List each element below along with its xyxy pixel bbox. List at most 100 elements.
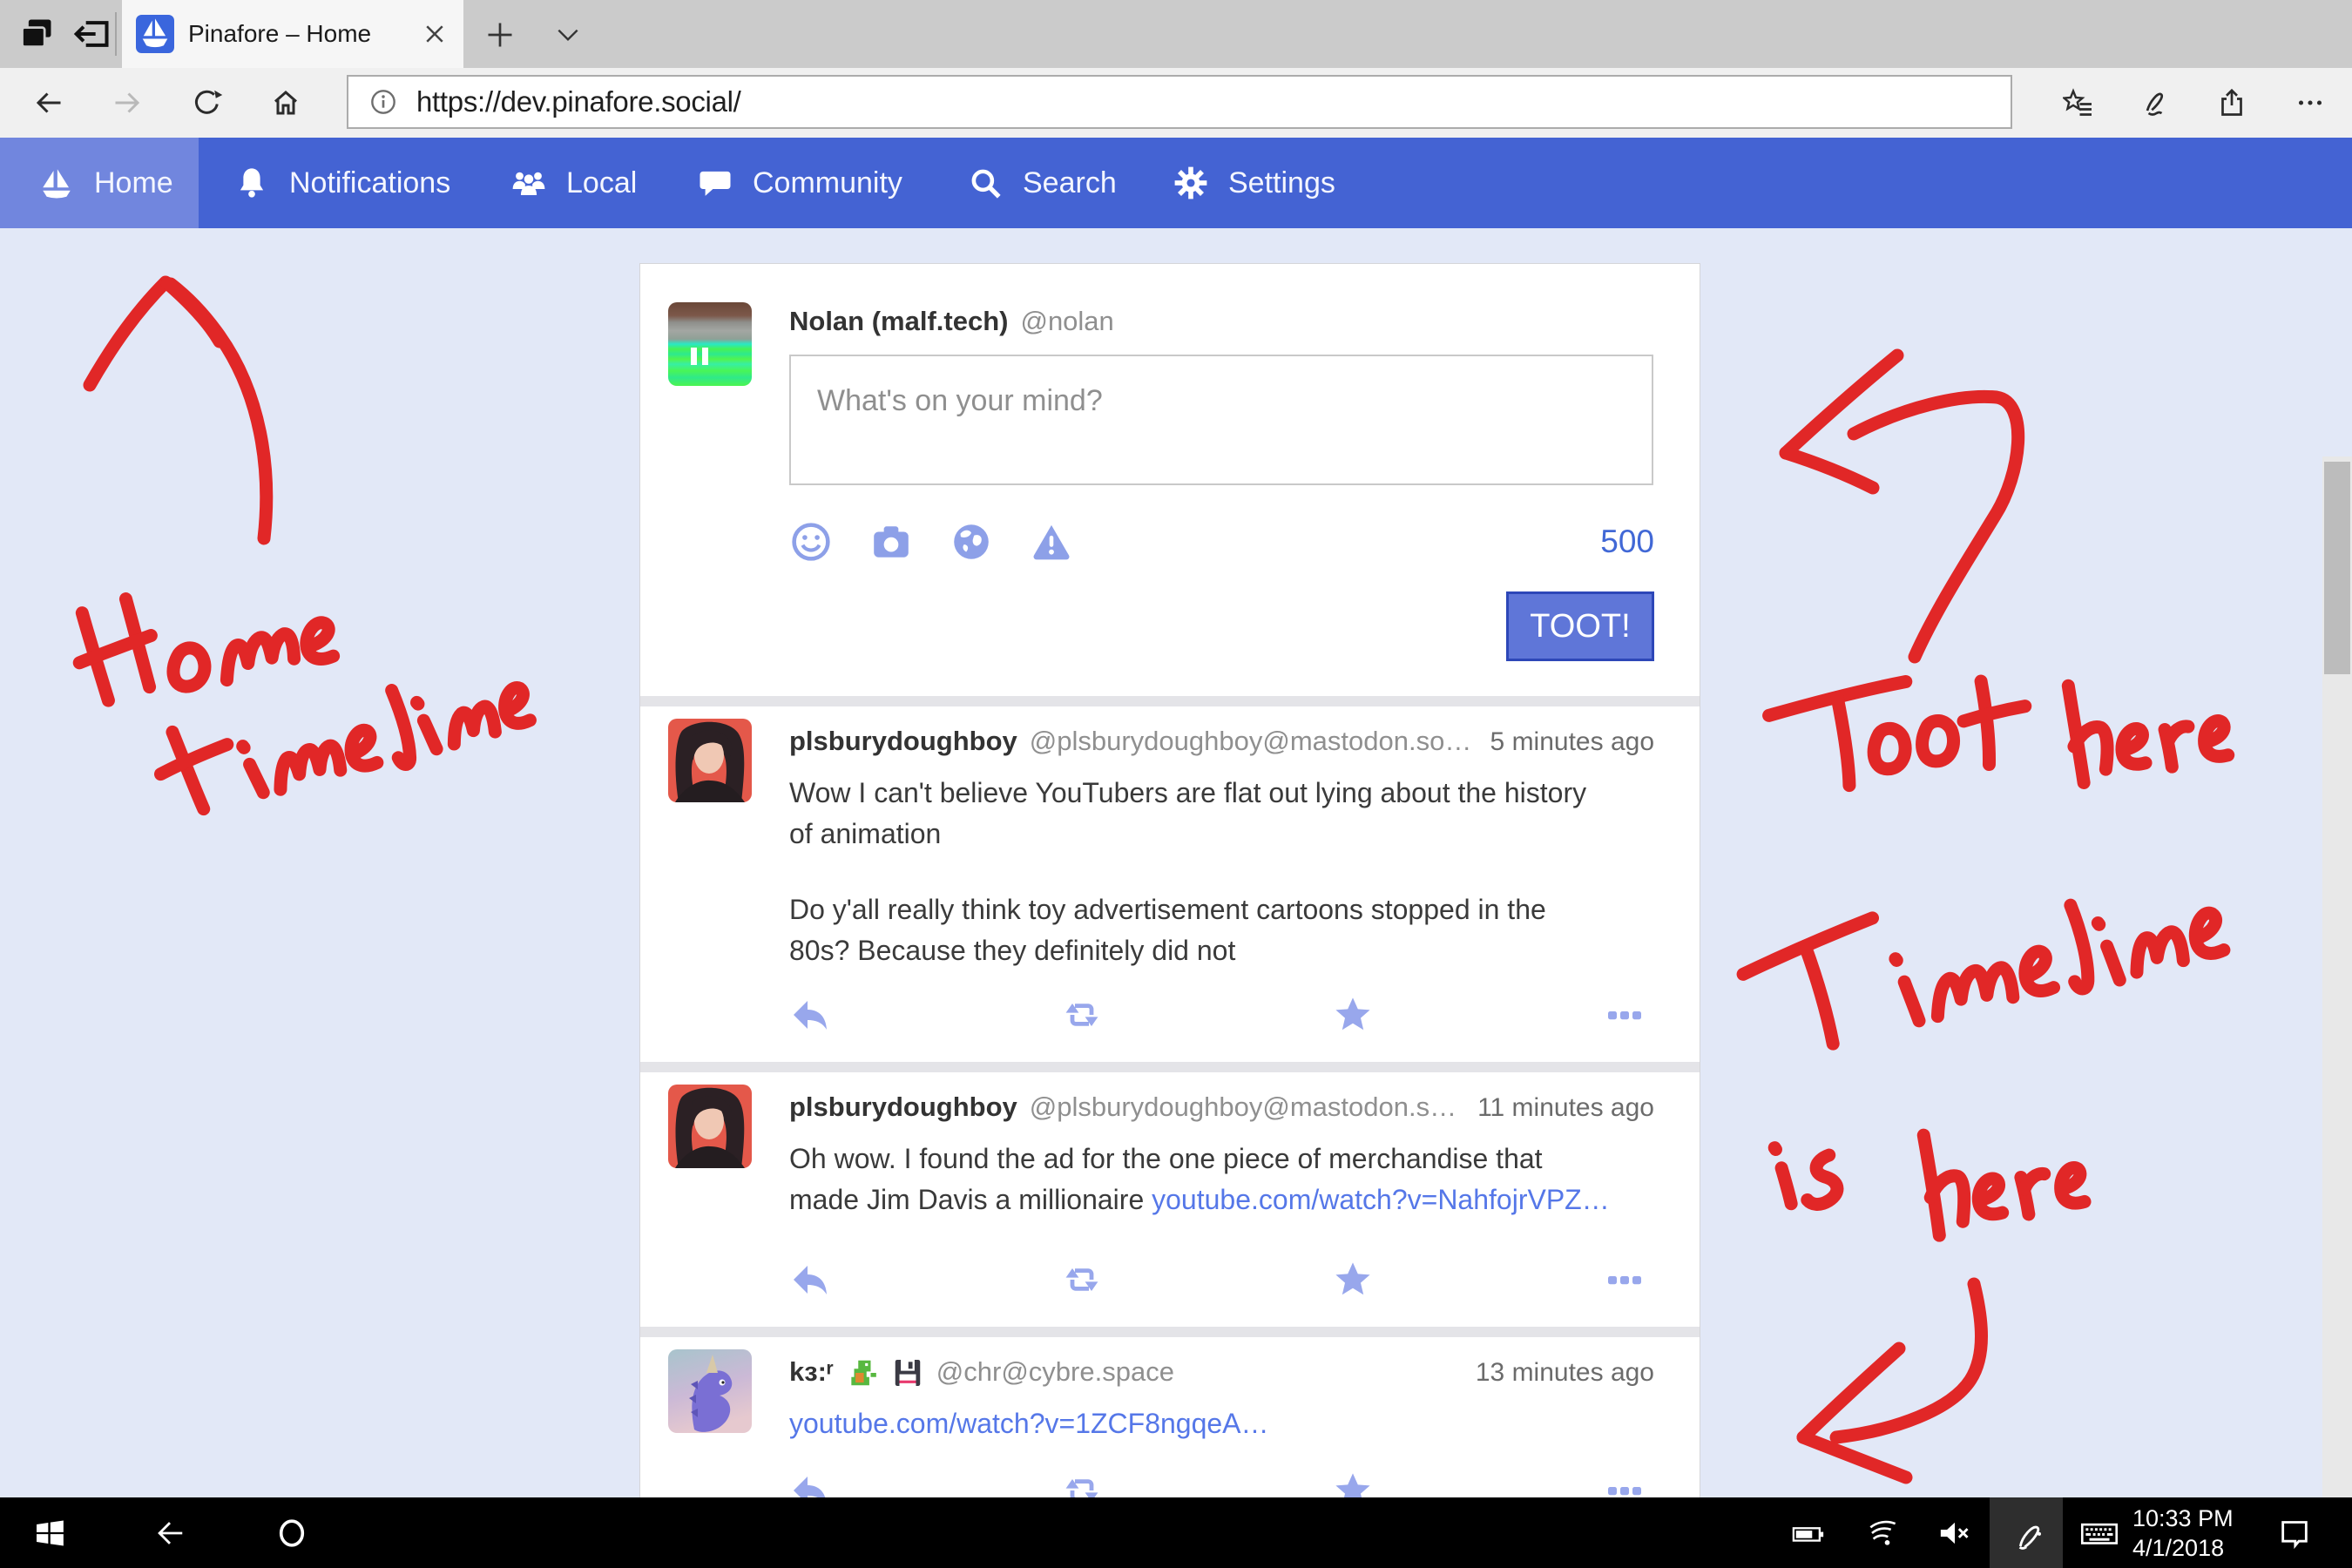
post-handle: @chr@cybre.space (936, 1356, 1174, 1388)
timeline-post[interactable]: kз:ʳ (640, 1337, 1700, 1497)
gear-icon (1173, 165, 1209, 201)
dragon-emoji (846, 1356, 879, 1389)
share-icon[interactable] (2216, 87, 2247, 118)
url-field[interactable]: https://dev.pinafore.social/ (347, 75, 2012, 129)
nav-item-settings[interactable]: Settings (1173, 138, 1335, 228)
back-icon[interactable] (33, 87, 64, 118)
browser-address-bar: https://dev.pinafore.social/ (0, 68, 2352, 138)
compose-input[interactable] (789, 355, 1653, 485)
avatar (668, 1085, 752, 1168)
timeline-post[interactable]: plsburydoughboy @plsburydoughboy@mastodo… (640, 1072, 1700, 1327)
timeline-post[interactable]: plsburydoughboy @plsburydoughboy@mastodo… (640, 706, 1700, 1062)
char-counter: 500 (1600, 524, 1654, 560)
windows-ink-icon[interactable] (1990, 1497, 2063, 1568)
cortana-circle-icon[interactable] (261, 1497, 322, 1568)
globe-icon[interactable] (950, 520, 993, 564)
muted-speaker-icon[interactable] (1922, 1497, 1988, 1568)
action-center-icon[interactable] (2261, 1497, 2328, 1568)
nav-label: Search (1023, 166, 1117, 200)
post-text: Wow I can't believe YouTubers are flat o… (789, 773, 1654, 855)
section-divider (640, 1062, 1700, 1072)
post-timestamp[interactable]: 13 minutes ago (1476, 1358, 1654, 1388)
web-notes-icon[interactable] (2139, 87, 2171, 118)
post-link[interactable]: youtube.com/watch?v=NahfojrVPZ… (1152, 1184, 1610, 1215)
nav-item-community[interactable]: Community (697, 138, 902, 228)
nav-label: Notifications (289, 166, 450, 200)
post-timestamp[interactable]: 5 minutes ago (1490, 727, 1654, 757)
touch-keyboard-icon[interactable] (2066, 1497, 2132, 1568)
windows-taskbar: 10:33 PM 4/1/2018 (0, 1497, 2352, 1568)
post-handle: @plsburydoughboy@mastodon.s… (1030, 1092, 1456, 1123)
post-header: kз:ʳ (789, 1356, 1654, 1389)
site-info-icon[interactable] (369, 88, 397, 116)
favorite-icon[interactable] (1332, 1470, 1374, 1497)
ellipsis-icon[interactable] (1604, 1470, 1646, 1497)
new-tab-icon[interactable] (484, 19, 516, 51)
post-display-name[interactable]: plsburydoughboy (789, 726, 1017, 757)
post-display-name[interactable]: plsburydoughboy (789, 1092, 1017, 1123)
windows-start-icon[interactable] (19, 1497, 80, 1568)
emoji-icon[interactable] (789, 520, 833, 564)
wifi-icon[interactable] (1854, 1497, 1916, 1568)
nav-label: Settings (1228, 166, 1335, 200)
favorite-icon[interactable] (1332, 1259, 1374, 1301)
post-display-name[interactable]: kз:ʳ (789, 1356, 834, 1388)
nav-label: Home (94, 166, 173, 200)
boost-icon[interactable] (1061, 1470, 1103, 1497)
plsburydoughboy-avatar-image (668, 719, 752, 802)
magnifier-icon (967, 165, 1004, 201)
post-timestamp[interactable]: 11 minutes ago (1477, 1093, 1654, 1123)
compose-handle: @nolan (1020, 306, 1113, 337)
nav-item-local[interactable]: Local (510, 138, 637, 228)
camera-icon[interactable] (869, 520, 913, 564)
favorites-hub-icon[interactable] (2063, 87, 2094, 118)
browser-tab[interactable]: Pinafore – Home (122, 0, 463, 68)
section-divider (640, 696, 1700, 706)
avatar (668, 302, 752, 386)
restore-tabs-icon[interactable] (73, 15, 112, 53)
scrollbar-thumb[interactable] (2324, 462, 2350, 674)
boost-icon[interactable] (1061, 994, 1103, 1036)
toot-button[interactable]: TOOT! (1506, 591, 1654, 661)
nav-item-home[interactable]: Home (38, 138, 173, 228)
content-warning-icon[interactable] (1030, 520, 1073, 564)
refresh-icon[interactable] (192, 87, 223, 118)
set-aside-tabs-icon[interactable] (17, 15, 56, 53)
post-header: plsburydoughboy @plsburydoughboy@mastodo… (789, 1092, 1654, 1123)
ellipsis-icon[interactable] (1604, 994, 1646, 1036)
compose-header: Nolan (malf.tech) @nolan (789, 306, 1114, 337)
close-tab-icon[interactable] (422, 21, 448, 47)
post-actions (789, 994, 1646, 1036)
nav-item-search[interactable]: Search (967, 138, 1117, 228)
compose-box: Nolan (malf.tech) @nolan (640, 264, 1700, 696)
favorite-icon[interactable] (1332, 994, 1374, 1036)
reply-icon[interactable] (789, 1259, 831, 1301)
nav-item-notifications[interactable]: Notifications (233, 138, 450, 228)
url-text: https://dev.pinafore.social/ (416, 85, 741, 118)
post-text: Oh wow. I found the ad for the one piece… (789, 1139, 1654, 1220)
taskbar-clock[interactable]: 10:33 PM 4/1/2018 (2132, 1497, 2234, 1568)
pinafore-favicon (136, 15, 174, 53)
ellipsis-icon[interactable] (1604, 1259, 1646, 1301)
battery-icon[interactable] (1777, 1497, 1840, 1568)
forward-icon[interactable] (112, 87, 143, 118)
more-options-icon[interactable] (2295, 87, 2326, 118)
people-icon (510, 165, 547, 201)
boost-icon[interactable] (1061, 1259, 1103, 1301)
glitch-avatar-image (668, 302, 752, 386)
nav-label: Community (753, 166, 902, 200)
tab-title: Pinafore – Home (188, 20, 422, 48)
post-link[interactable]: youtube.com/watch?v=1ZCF8ngqeA… (789, 1408, 1269, 1439)
scrollbar[interactable] (2322, 456, 2352, 1497)
dragon-avatar-image (668, 1349, 752, 1433)
browser-tab-bar: Pinafore – Home (0, 0, 2352, 68)
tab-list-chevron-icon[interactable] (554, 23, 582, 47)
avatar (668, 719, 752, 802)
reply-icon[interactable] (789, 994, 831, 1036)
chat-bubble-icon (697, 165, 733, 201)
home-icon[interactable] (270, 87, 301, 118)
post-actions (789, 1470, 1646, 1497)
back-arrow-icon[interactable] (139, 1497, 200, 1568)
reply-icon[interactable] (789, 1470, 831, 1497)
bell-icon (233, 165, 270, 201)
